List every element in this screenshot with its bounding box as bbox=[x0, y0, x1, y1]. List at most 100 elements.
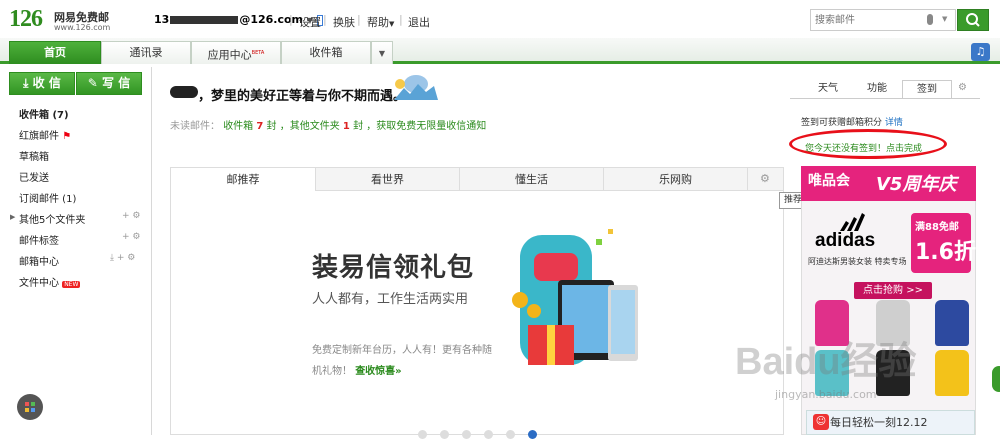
edit-icon: ✎ bbox=[87, 76, 98, 90]
account-menu[interactable]: 13 @126.com ▼ bbox=[154, 13, 323, 26]
add-label-icon[interactable]: + ⚙ bbox=[122, 232, 140, 242]
greeting-text: ，梦里的美好正等着与你不期而遇。 bbox=[198, 89, 407, 104]
folder-drafts[interactable]: 草稿箱 bbox=[19, 148, 49, 163]
ad-badge-top: 满88免邮 bbox=[915, 222, 959, 233]
tab-checkin[interactable]: 签到 bbox=[902, 80, 952, 99]
file-center-label: 文件中心 bbox=[19, 278, 59, 289]
promo-link[interactable]: 查收惊喜» bbox=[355, 366, 401, 377]
beta-badge: BETA bbox=[251, 50, 265, 56]
microphone-icon[interactable] bbox=[927, 14, 933, 25]
account-prefix: 13 bbox=[154, 13, 170, 26]
divider: | bbox=[323, 13, 327, 26]
grid-icon bbox=[25, 402, 35, 412]
receive-button[interactable]: ⤓ 收 信 bbox=[9, 72, 75, 95]
checkin-tip: 签到可获赠邮箱积分 详情 bbox=[801, 115, 903, 128]
add-folder-icon[interactable]: + ⚙ bbox=[122, 211, 140, 221]
tab-home[interactable]: 首页 bbox=[9, 41, 101, 64]
folder-inbox[interactable]: 收件箱 (7) bbox=[19, 106, 69, 121]
skin-link[interactable]: 换肤 bbox=[333, 14, 355, 30]
download-icon: ⤓ bbox=[23, 76, 29, 90]
others-link[interactable]: ，其他文件夹 1 封 bbox=[280, 121, 363, 132]
ad-anniversary: V5周年庆 bbox=[876, 174, 957, 195]
red-flag-icon: ⚑ bbox=[62, 131, 72, 142]
promo-subtitle: 人人都有，工作生活两实用 bbox=[312, 292, 469, 307]
expand-arrow-icon[interactable]: ▶ bbox=[10, 213, 15, 221]
tab-contacts[interactable]: 通讯录 bbox=[101, 41, 191, 64]
jacket-image[interactable] bbox=[935, 350, 969, 396]
chevron-down-icon[interactable]: ▼ bbox=[942, 15, 947, 23]
search-icon bbox=[966, 13, 980, 27]
tab-shopping[interactable]: 乐网购 bbox=[604, 168, 748, 191]
divider: | bbox=[357, 13, 361, 26]
settings-link[interactable]: 设置 bbox=[299, 14, 321, 30]
ad-brand: 唯品会 bbox=[808, 173, 850, 189]
others-link-label: ，其他文件夹 bbox=[279, 121, 340, 132]
search-input[interactable] bbox=[815, 13, 925, 28]
recommend-panel bbox=[170, 167, 784, 435]
tab-app-center-label: 应用中心 bbox=[207, 48, 252, 62]
folder-file-center[interactable]: 文件中心 NEW bbox=[19, 274, 81, 289]
unread-summary: 未读邮件： 收件箱 7 封 ，其他文件夹 1 封 ，获取免费无限量收信通知 bbox=[170, 117, 486, 132]
logo-number[interactable]: 126 bbox=[9, 6, 43, 33]
promo-title: 装易信领礼包 bbox=[312, 253, 475, 283]
gear-icon[interactable]: ⚙ bbox=[958, 82, 967, 93]
account-suffix: @126.com bbox=[239, 13, 303, 26]
logout-link[interactable]: 退出 bbox=[408, 14, 430, 30]
jacket-image[interactable] bbox=[935, 300, 969, 346]
receive-label: 收 信 bbox=[32, 76, 61, 90]
tab-recommend[interactable]: 邮推荐 bbox=[170, 168, 316, 191]
inbox-unit: 封 bbox=[266, 121, 277, 132]
checkin-detail-link[interactable]: 详情 bbox=[885, 118, 903, 128]
mail-center-tools-icon[interactable]: ⤓ + ⚙ bbox=[110, 253, 135, 263]
tab-world[interactable]: 看世界 bbox=[316, 168, 460, 191]
folder-mail-center[interactable]: 邮箱中心 bbox=[19, 253, 59, 268]
tab-weather[interactable]: 天气 bbox=[806, 80, 850, 99]
promo-desc-text: 免费定制新年台历，人人有！更有各种随机礼物！ bbox=[312, 345, 492, 377]
tab-functions[interactable]: 功能 bbox=[855, 80, 899, 99]
tab-life[interactable]: 懂生活 bbox=[460, 168, 604, 191]
help-menu[interactable]: 帮助▼ bbox=[367, 14, 394, 30]
ad-buy-button[interactable]: 点击抢购 >> bbox=[854, 282, 932, 299]
search-button[interactable] bbox=[957, 9, 989, 31]
weather-cloud-icon bbox=[390, 74, 440, 105]
unread-label: 未读邮件： bbox=[170, 121, 220, 132]
folder-flagged-label: 红旗邮件 bbox=[19, 131, 59, 142]
side-float-button[interactable] bbox=[992, 366, 1000, 392]
logo-url: www.126.com bbox=[54, 23, 111, 32]
watermark: Baidu经验 bbox=[735, 341, 917, 383]
smile-icon: ☺ bbox=[813, 414, 829, 430]
ad-badge-discount: 1.6折 bbox=[915, 240, 976, 265]
apps-grid-button[interactable] bbox=[17, 394, 43, 420]
tab-app-center[interactable]: 应用中心BETA bbox=[191, 41, 281, 64]
others-unit: 封 bbox=[353, 121, 364, 132]
new-badge: NEW bbox=[62, 281, 81, 288]
inbox-link[interactable]: 收件箱 7 封 bbox=[223, 121, 276, 132]
divider: | bbox=[399, 13, 403, 26]
ad-adidas: adidas bbox=[815, 230, 876, 251]
left-sidebar bbox=[0, 67, 152, 435]
inbox-link-label: 收件箱 bbox=[223, 121, 254, 132]
watermark-url: jingyan.baidu.com bbox=[775, 388, 877, 401]
highlight-annotation bbox=[789, 129, 947, 159]
others-count: 1 bbox=[342, 121, 350, 132]
ad-adidas-sub: 阿迪达斯男装女装 特卖专场 bbox=[808, 257, 907, 266]
music-icon[interactable]: ♫ bbox=[971, 43, 990, 61]
promo-description: 免费定制新年台历，人人有！更有各种随机礼物！ 查收惊喜» bbox=[312, 340, 492, 382]
folder-subscriptions[interactable]: 订阅邮件 (1) bbox=[19, 190, 76, 205]
help-label: 帮助 bbox=[367, 16, 389, 29]
folder-sent[interactable]: 已发送 bbox=[19, 169, 49, 184]
tab-inbox[interactable]: 收件箱 bbox=[281, 41, 371, 64]
folder-flagged[interactable]: 红旗邮件 ⚑ bbox=[19, 127, 71, 142]
daily-text: 每日轻松一刻12.12 bbox=[830, 416, 928, 429]
divider: | bbox=[289, 13, 293, 26]
promo-gift-illustration[interactable] bbox=[500, 225, 650, 388]
notify-link[interactable]: ，获取免费无限量收信通知 bbox=[366, 121, 486, 132]
inbox-count: 7 bbox=[256, 121, 264, 132]
compose-button[interactable]: ✎ 写 信 bbox=[76, 72, 142, 95]
gear-icon[interactable]: ⚙ bbox=[760, 172, 770, 185]
folder-other[interactable]: 其他5个文件夹 bbox=[19, 211, 85, 226]
divider bbox=[790, 98, 980, 99]
tab-more-button[interactable]: ▼ bbox=[371, 41, 393, 64]
folder-labels[interactable]: 邮件标签 bbox=[19, 232, 59, 247]
search-box: ▼ bbox=[810, 9, 956, 31]
